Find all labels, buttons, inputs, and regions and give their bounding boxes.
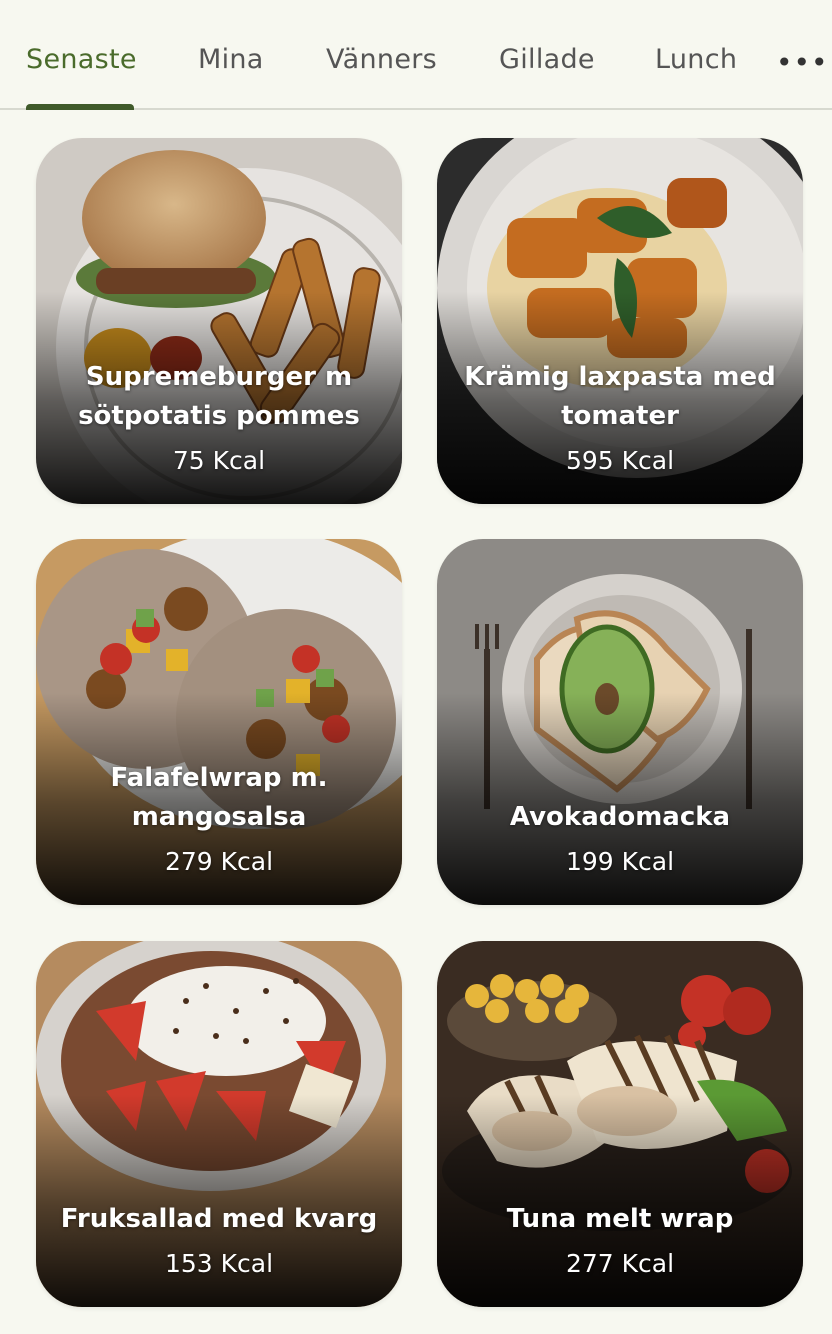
recipe-kcal: 75 Kcal	[172, 446, 266, 475]
tab-gillade[interactable]: Gillade	[499, 44, 595, 84]
recipe-title: Supremeburger m sötpotatis pommes	[78, 362, 360, 431]
tab-vanners[interactable]: Vänners	[326, 44, 437, 84]
recipe-card[interactable]: Tuna melt wrap 277 Kcal	[437, 941, 803, 1307]
recipe-card[interactable]: Avokadomacka 199 Kcal	[437, 539, 803, 905]
recipe-info: Fruksallad med kvarg 153 Kcal	[36, 1200, 402, 1281]
tab-lunch[interactable]: Lunch	[655, 44, 737, 84]
recipe-card[interactable]: Krämig laxpasta med tomater 595 Kcal	[437, 138, 803, 504]
recipe-info: Tuna melt wrap 277 Kcal	[437, 1200, 803, 1281]
tab-mina[interactable]: Mina	[198, 44, 264, 84]
recipe-info: Falafelwrap m. mangosalsa 279 Kcal	[36, 759, 402, 879]
recipe-title: Fruksallad med kvarg	[60, 1204, 378, 1234]
recipe-info: Supremeburger m sötpotatis pommes 75 Kca…	[36, 358, 402, 478]
recipe-card[interactable]: Supremeburger m sötpotatis pommes 75 Kca…	[36, 138, 402, 504]
recipe-title: Falafelwrap m. mangosalsa	[110, 763, 328, 832]
recipe-card[interactable]: Fruksallad med kvarg 153 Kcal	[36, 941, 402, 1307]
recipe-kcal: 153 Kcal	[164, 1249, 274, 1278]
recipe-title: Tuna melt wrap	[506, 1204, 734, 1234]
category-tabs: Senaste Mina Vänners Gillade Lunch •••	[0, 0, 832, 110]
recipe-card[interactable]: Falafelwrap m. mangosalsa 279 Kcal	[36, 539, 402, 905]
active-tab-indicator	[26, 104, 134, 110]
recipe-title: Krämig laxpasta med tomater	[464, 362, 776, 431]
recipe-title: Avokadomacka	[509, 802, 731, 832]
recipe-info: Krämig laxpasta med tomater 595 Kcal	[437, 358, 803, 478]
more-icon[interactable]: •••	[776, 46, 828, 80]
recipe-info: Avokadomacka 199 Kcal	[437, 798, 803, 879]
recipe-kcal: 279 Kcal	[164, 847, 274, 876]
recipe-kcal: 595 Kcal	[565, 446, 675, 475]
recipe-kcal: 199 Kcal	[565, 847, 675, 876]
tab-senaste[interactable]: Senaste	[26, 44, 137, 84]
recipe-kcal: 277 Kcal	[565, 1249, 675, 1278]
